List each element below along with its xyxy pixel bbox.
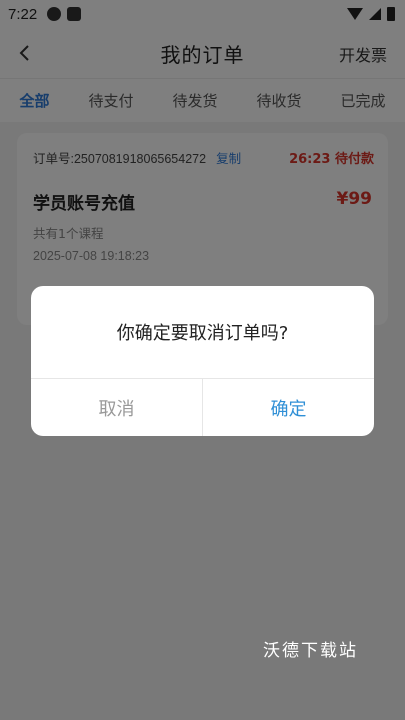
cancel-order-dialog: 你确定要取消订单吗? 取消 确定: [31, 286, 374, 436]
confirm-button[interactable]: 确定: [203, 379, 374, 436]
dialog-message: 你确定要取消订单吗?: [116, 323, 289, 344]
dialog-actions: 取消 确定: [31, 379, 374, 436]
cancel-button[interactable]: 取消: [31, 379, 203, 436]
watermark: 沃德下载站: [263, 641, 358, 661]
